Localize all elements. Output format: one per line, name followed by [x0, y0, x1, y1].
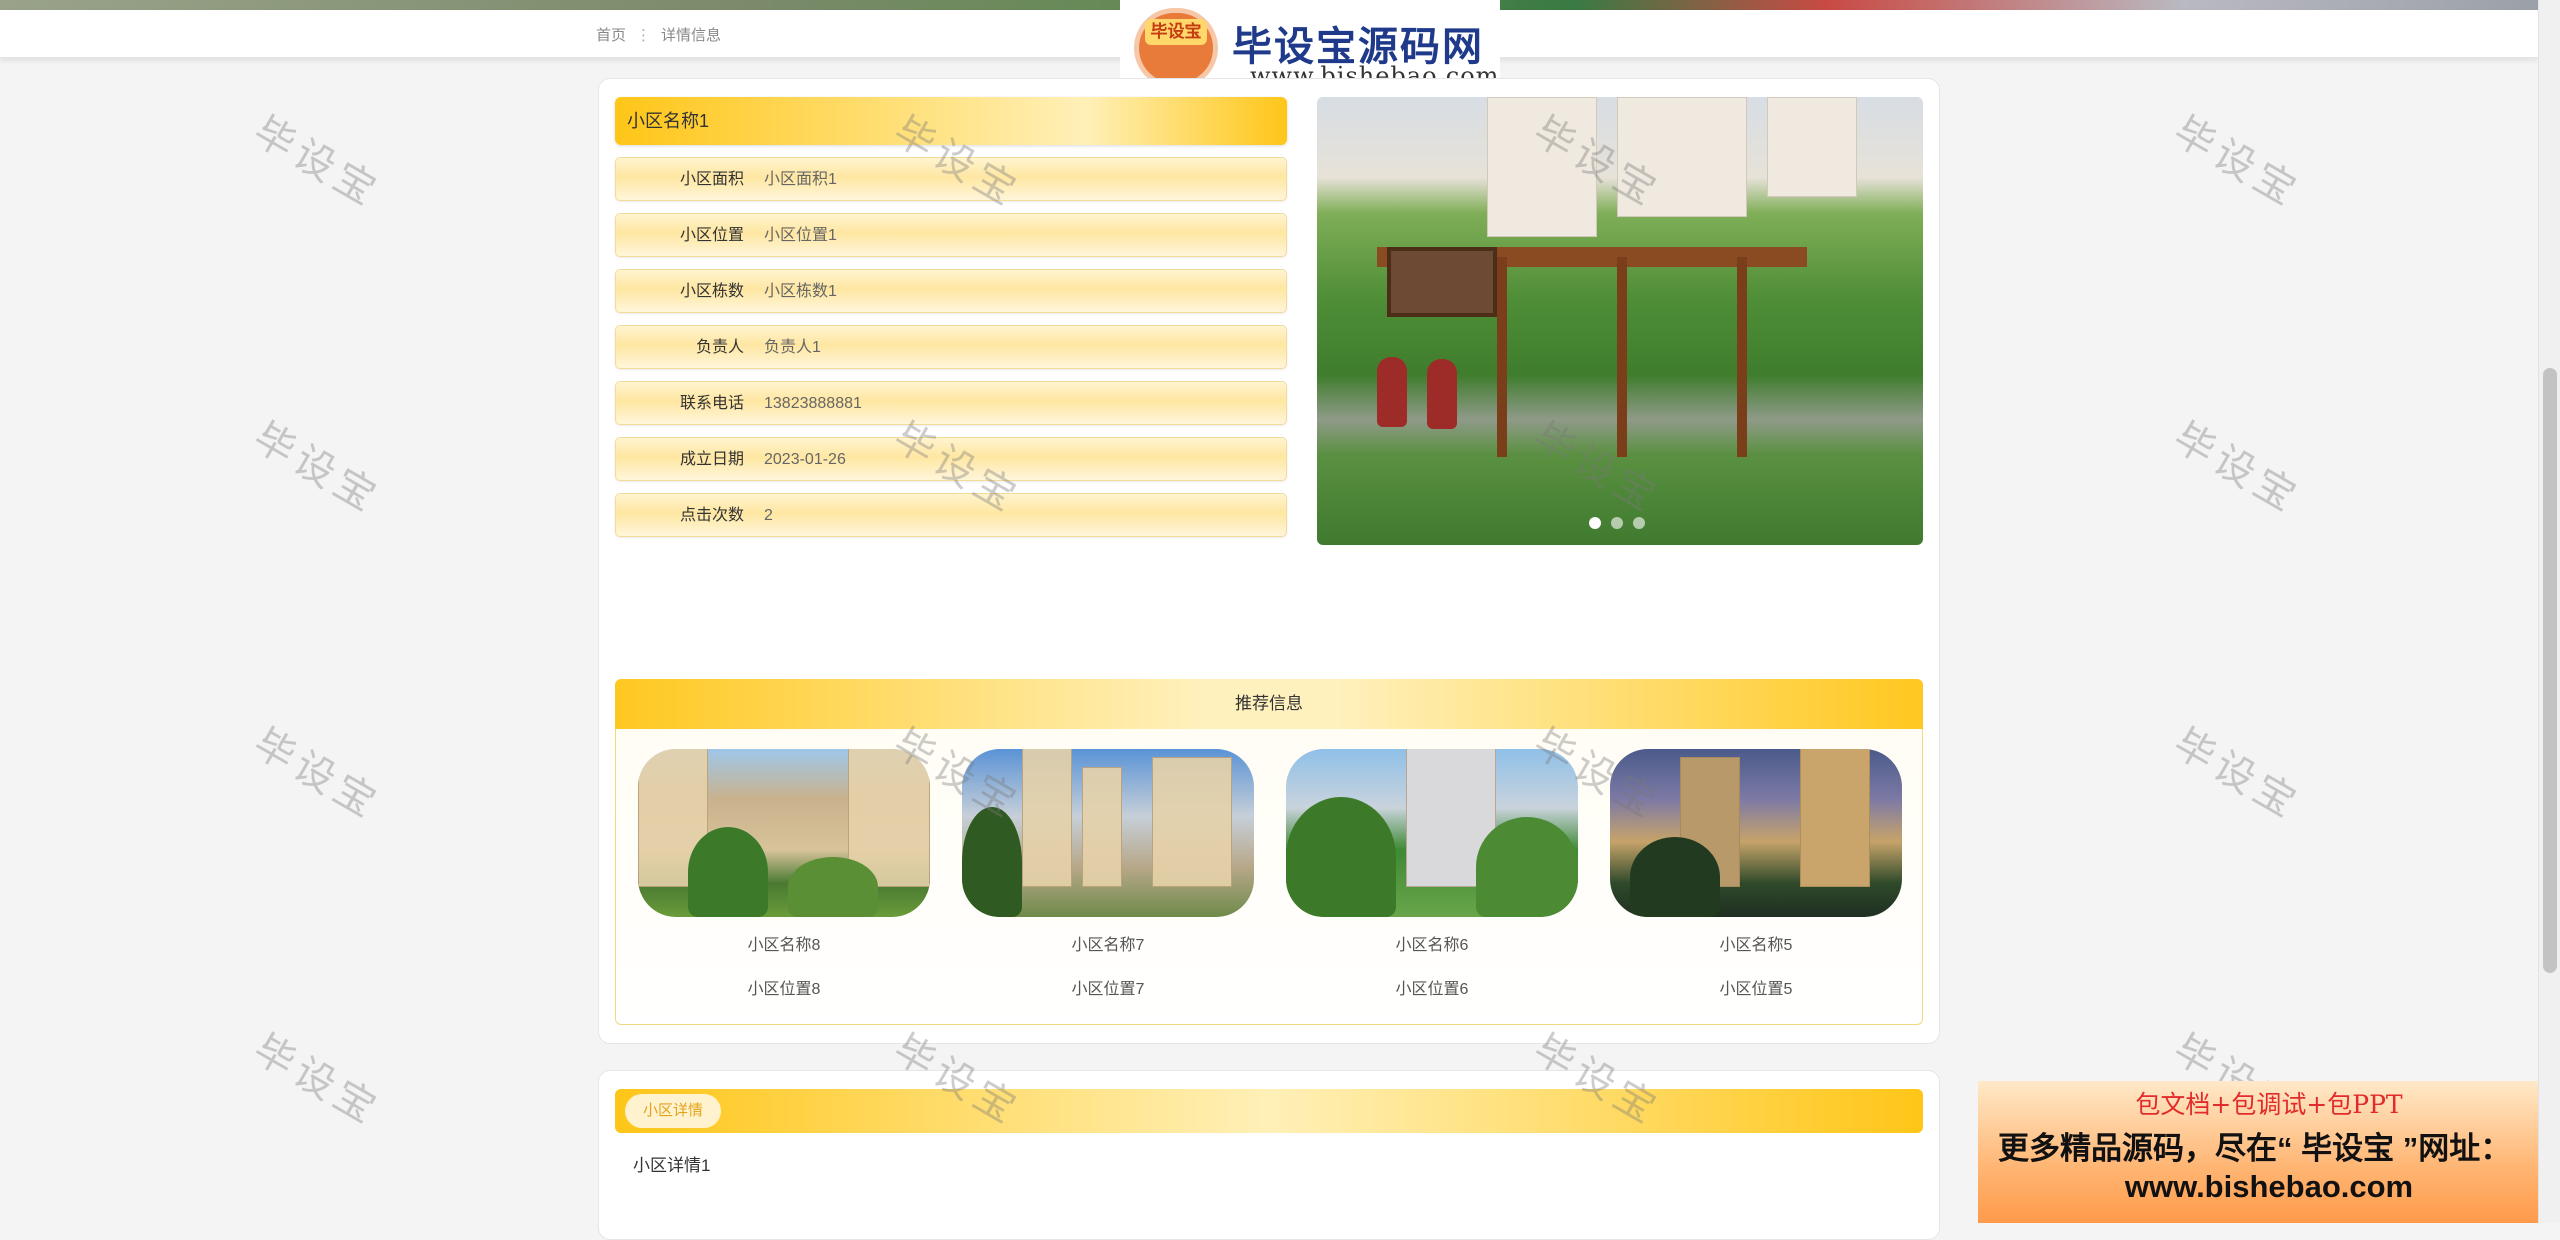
watermark: 毕设宝: [245, 1026, 389, 1135]
watermark: 毕设宝: [245, 720, 389, 829]
tree-shape: [1476, 817, 1578, 917]
building-shape: [1767, 97, 1857, 197]
community-name-bar: 小区名称1: [615, 97, 1287, 145]
info-row-phone: 联系电话 13823888881: [615, 381, 1287, 425]
description-panel: 小区详情 小区详情1: [598, 1070, 1940, 1240]
info-row-manager: 负责人 负责人1: [615, 325, 1287, 369]
recommend-card-4[interactable]: 小区名称5 小区位置5: [1610, 749, 1902, 999]
recommend-name[interactable]: 小区名称7: [962, 931, 1254, 955]
building-shape: [1487, 97, 1597, 237]
watermark: 毕设宝: [2165, 108, 2309, 217]
tab-community-detail[interactable]: 小区详情: [625, 1094, 722, 1128]
recommend-location: 小区位置8: [747, 981, 821, 998]
info-value: 小区面积1: [764, 171, 837, 188]
recommend-name[interactable]: 小区名称6: [1286, 931, 1578, 955]
description-text: 小区详情1: [633, 1156, 711, 1175]
description-header: 小区详情: [615, 1089, 1923, 1133]
tree-shape: [962, 807, 1022, 917]
pergola-post: [1737, 257, 1747, 457]
watermark: 毕设宝: [245, 108, 389, 217]
tower-shape: [1800, 749, 1870, 887]
promo-line-1: 包文档+包调试+包PPT: [2135, 1090, 2403, 1119]
tree-shape: [1286, 797, 1396, 917]
tree-shape: [788, 857, 878, 917]
info-label: 小区栋数: [679, 283, 744, 300]
notice-board: [1387, 247, 1497, 317]
watermark: 毕设宝: [2165, 414, 2309, 523]
recommend-title: 推荐信息: [615, 679, 1923, 729]
detail-panel: 小区名称1 小区面积 小区面积1 小区位置 小区位置1 小区栋数 小区栋数1 负…: [598, 78, 1940, 1044]
breadcrumb: 首页 ⋮ 详情信息: [596, 24, 721, 45]
recommend-card-1[interactable]: 小区名称8 小区位置8: [638, 749, 930, 999]
breadcrumb-home-link[interactable]: 首页: [596, 27, 626, 44]
carousel-indicators: [1589, 517, 1645, 529]
tower-shape: [1082, 767, 1122, 887]
info-row-click-count: 点击次数 2: [615, 493, 1287, 537]
logo-mascot-icon: 毕设宝: [1134, 8, 1218, 88]
info-row-location: 小区位置 小区位置1: [615, 213, 1287, 257]
info-label: 点击次数: [679, 507, 744, 524]
pergola-post: [1497, 257, 1507, 457]
promo-url[interactable]: www.bishebao.com: [1978, 1169, 2560, 1205]
watermark: 毕设宝: [2165, 720, 2309, 829]
carousel-dot-1[interactable]: [1589, 517, 1601, 529]
info-label: 联系电话: [679, 395, 744, 412]
seated-person: [1427, 359, 1457, 429]
recommend-location: 小区位置6: [1395, 981, 1469, 998]
scrollbar-thumb[interactable]: [2543, 368, 2557, 973]
tree-shape: [688, 827, 768, 917]
tower-shape: [1152, 757, 1232, 887]
seated-person: [1377, 357, 1407, 427]
promo-line-2: 更多精品源码，尽在“ 毕设宝 ”网址：: [1998, 1131, 2512, 1166]
pergola-post: [1617, 257, 1627, 457]
info-row-buildings: 小区栋数 小区栋数1: [615, 269, 1287, 313]
recommend-image[interactable]: [962, 749, 1254, 917]
recommend-list: 小区名称8 小区位置8 小区名称7 小区位置7 小区名称6 小区位置6 小区名称…: [615, 729, 1923, 1025]
info-label: 小区面积: [679, 171, 744, 188]
promo-banner[interactable]: 包文档+包调试+包PPT 更多精品源码，尽在“ 毕设宝 ”网址： www.bis…: [1978, 1081, 2560, 1223]
info-label: 小区位置: [679, 227, 744, 244]
vertical-scrollbar[interactable]: [2538, 0, 2560, 1223]
community-image-carousel[interactable]: [1317, 97, 1923, 545]
info-label: 成立日期: [679, 451, 744, 468]
recommend-image[interactable]: [1610, 749, 1902, 917]
watermark: 毕设宝: [245, 414, 389, 523]
breadcrumb-current: 详情信息: [661, 27, 722, 44]
info-row-founded-date: 成立日期 2023-01-26: [615, 437, 1287, 481]
recommend-name[interactable]: 小区名称5: [1610, 931, 1902, 955]
tower-shape: [1022, 749, 1072, 887]
carousel-dot-3[interactable]: [1633, 517, 1645, 529]
breadcrumb-separator: ⋮: [636, 27, 652, 44]
recommend-location: 小区位置7: [1071, 981, 1145, 998]
info-value: 小区位置1: [764, 227, 837, 244]
carousel-dot-2[interactable]: [1611, 517, 1623, 529]
tree-shape: [1630, 837, 1720, 917]
recommend-card-2[interactable]: 小区名称7 小区位置7: [962, 749, 1254, 999]
recommend-image[interactable]: [1286, 749, 1578, 917]
recommend-location: 小区位置5: [1719, 981, 1793, 998]
info-value: 13823888881: [764, 395, 862, 412]
info-value: 负责人1: [764, 339, 821, 356]
building-shape: [1617, 97, 1747, 217]
info-value: 2: [764, 507, 773, 524]
recommend-image[interactable]: [638, 749, 930, 917]
info-value: 2023-01-26: [764, 451, 846, 468]
info-row-area: 小区面积 小区面积1: [615, 157, 1287, 201]
info-label: 负责人: [695, 339, 744, 356]
logo-badge: 毕设宝: [1145, 19, 1207, 45]
recommend-name[interactable]: 小区名称8: [638, 931, 930, 955]
info-value: 小区栋数1: [764, 283, 837, 300]
recommend-card-3[interactable]: 小区名称6 小区位置6: [1286, 749, 1578, 999]
